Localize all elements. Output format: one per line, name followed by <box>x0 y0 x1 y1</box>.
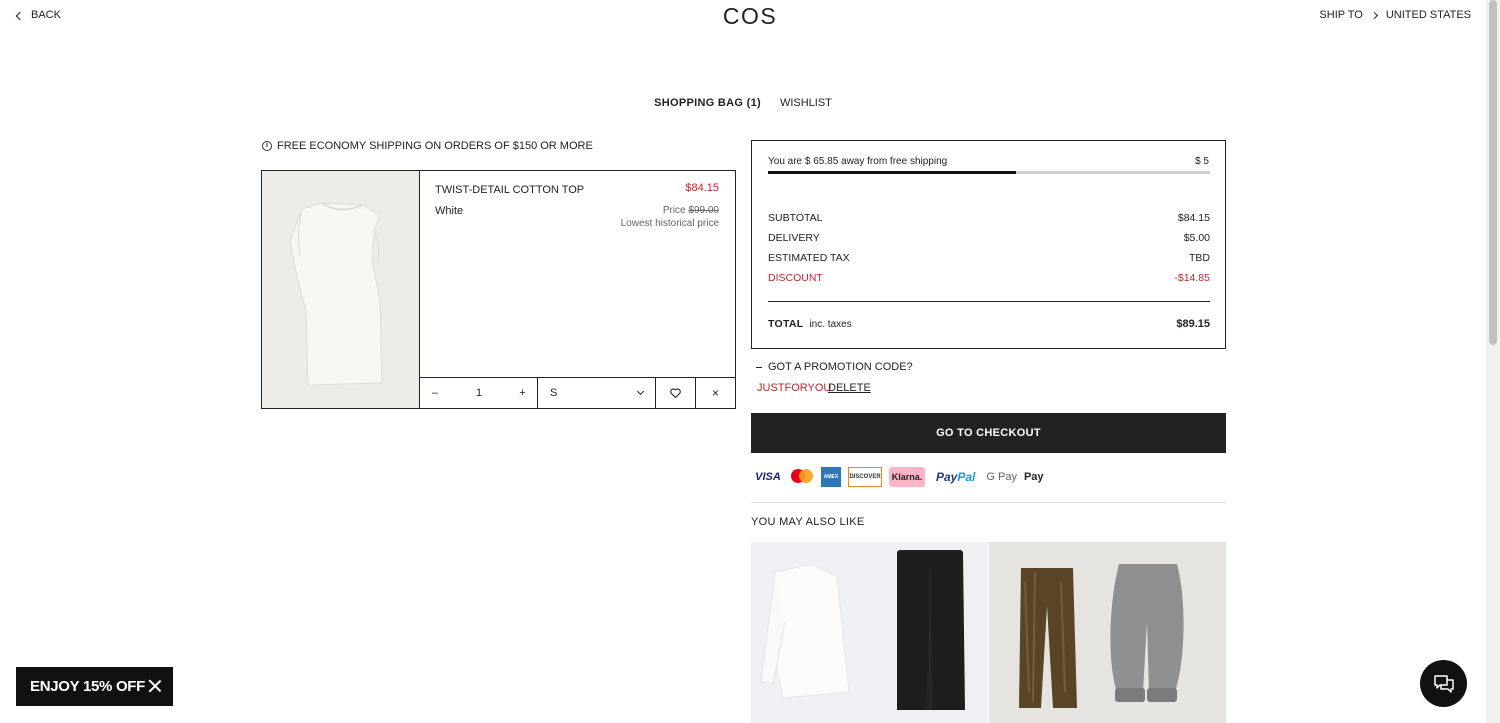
total-note: inc. taxes <box>809 319 852 330</box>
cart-item: TWIST-DETAIL COTTON TOP White $84.15 Pri… <box>261 170 736 409</box>
google-pay-icon: G Pay <box>986 471 1017 483</box>
apple-pay-icon: Pay <box>1023 471 1044 483</box>
scrollbar-thumb[interactable] <box>1489 0 1497 345</box>
shipping-note: i FREE ECONOMY SHIPPING ON ORDERS OF $15… <box>262 140 593 152</box>
free-shipping-progress-text: You are $ 65.85 away from free shipping <box>768 156 948 167</box>
size-select[interactable]: S <box>538 378 656 408</box>
payment-methods: VISA AMEX DISCOVER Klarna. Pay Pal G Pay … <box>755 466 1044 488</box>
item-controls: – 1 + S × <box>420 377 735 408</box>
discount-banner[interactable]: ENJOY 15% OFF <box>16 667 173 706</box>
subtotal-label: SUBTOTAL <box>768 212 823 224</box>
total-label: TOTAL <box>768 318 804 330</box>
tax-label: ESTIMATED TAX <box>768 252 850 264</box>
brand-logo[interactable]: COS <box>0 3 1500 30</box>
recommendation-card[interactable] <box>989 542 1226 723</box>
quantity-value: 1 <box>475 387 483 399</box>
product-image <box>751 542 988 723</box>
heart-icon <box>670 388 681 398</box>
ship-to-label: SHIP TO <box>1319 9 1363 21</box>
product-image <box>989 542 1226 723</box>
discount-value: -$14.85 <box>1174 272 1210 284</box>
promo-code-toggle[interactable]: GOT A PROMOTION CODE? <box>756 361 913 373</box>
amex-icon: AMEX <box>821 467 841 487</box>
checkout-button[interactable]: GO TO CHECKOUT <box>751 413 1226 453</box>
item-color: White <box>435 205 464 217</box>
klarna-icon: Klarna. <box>889 467 925 487</box>
info-icon: i <box>262 141 272 151</box>
total-row: TOTAL inc. taxes $89.15 <box>768 318 1210 330</box>
chat-button[interactable] <box>1420 660 1467 707</box>
subtotal-row: SUBTOTAL $84.15 <box>768 212 1210 224</box>
product-image[interactable] <box>262 171 420 408</box>
free-shipping-progress-amount: $ 5 <box>1195 156 1209 167</box>
discount-label: DISCOUNT <box>768 272 823 284</box>
lowest-price-note: Lowest historical price <box>620 218 719 229</box>
chevron-down-icon <box>636 387 645 396</box>
item-price: $84.15 <box>685 182 719 194</box>
discount-row: DISCOUNT -$14.85 <box>768 272 1210 284</box>
orig-price-label: Price <box>662 205 686 216</box>
chat-icon <box>1433 674 1454 693</box>
ship-to-selector[interactable]: SHIP TO UNITED STATES <box>1319 9 1471 21</box>
recommendation-card[interactable] <box>751 542 988 723</box>
wishlist-button[interactable] <box>656 378 696 408</box>
tax-value: TBD <box>1189 252 1210 264</box>
delete-promo-link[interactable]: DELETE <box>828 382 871 394</box>
tax-row: ESTIMATED TAX TBD <box>768 252 1210 264</box>
recommendations-title: YOU MAY ALSO LIKE <box>751 516 865 528</box>
tab-wishlist[interactable]: WISHLIST <box>780 97 832 109</box>
chevron-right-icon <box>1370 11 1378 19</box>
total-label-group: TOTAL inc. taxes <box>768 318 852 330</box>
subtotal-value: $84.15 <box>1177 212 1210 224</box>
item-original-price: Price $99.00 <box>663 205 719 216</box>
item-name[interactable]: TWIST-DETAIL COTTON TOP <box>435 184 584 196</box>
payments-divider <box>751 502 1226 503</box>
total-value: $89.15 <box>1176 318 1210 330</box>
orig-price-value: $99.00 <box>688 205 719 216</box>
bag-tabs: SHOPPING BAG (1) WISHLIST <box>0 97 1486 109</box>
remove-item-button[interactable]: × <box>696 378 735 408</box>
close-icon[interactable] <box>148 679 162 693</box>
discount-banner-text: ENJOY 15% OFF <box>30 678 146 695</box>
recommendations-grid <box>751 542 1226 723</box>
mastercard-icon <box>788 467 814 487</box>
summary-divider <box>768 301 1210 302</box>
quantity-decrease-button[interactable]: – <box>420 378 450 408</box>
free-shipping-progress-fill <box>768 171 1016 174</box>
paypal-icon: Pay Pal <box>936 470 976 484</box>
delivery-value: $5.00 <box>1183 232 1210 244</box>
delivery-row: DELIVERY $5.00 <box>768 232 1210 244</box>
tank-top-image <box>262 171 419 408</box>
shipping-note-text: FREE ECONOMY SHIPPING ON ORDERS OF $150 … <box>277 140 593 152</box>
size-value: S <box>550 387 558 399</box>
discover-icon: DISCOVER <box>848 467 882 487</box>
tab-shopping-bag[interactable]: SHOPPING BAG (1) <box>654 97 761 109</box>
visa-icon: VISA <box>755 471 781 483</box>
delivery-label: DELIVERY <box>768 232 820 244</box>
order-summary: You are $ 65.85 away from free shipping … <box>751 140 1226 349</box>
promo-toggle-label: GOT A PROMOTION CODE? <box>768 361 913 373</box>
applied-promo-code: JUSTFORYOU <box>757 382 832 394</box>
free-shipping-progress-bar <box>768 171 1210 174</box>
quantity-increase-button[interactable]: + <box>508 378 538 408</box>
ship-to-country: UNITED STATES <box>1385 9 1471 21</box>
collapse-dash-icon <box>756 366 762 368</box>
